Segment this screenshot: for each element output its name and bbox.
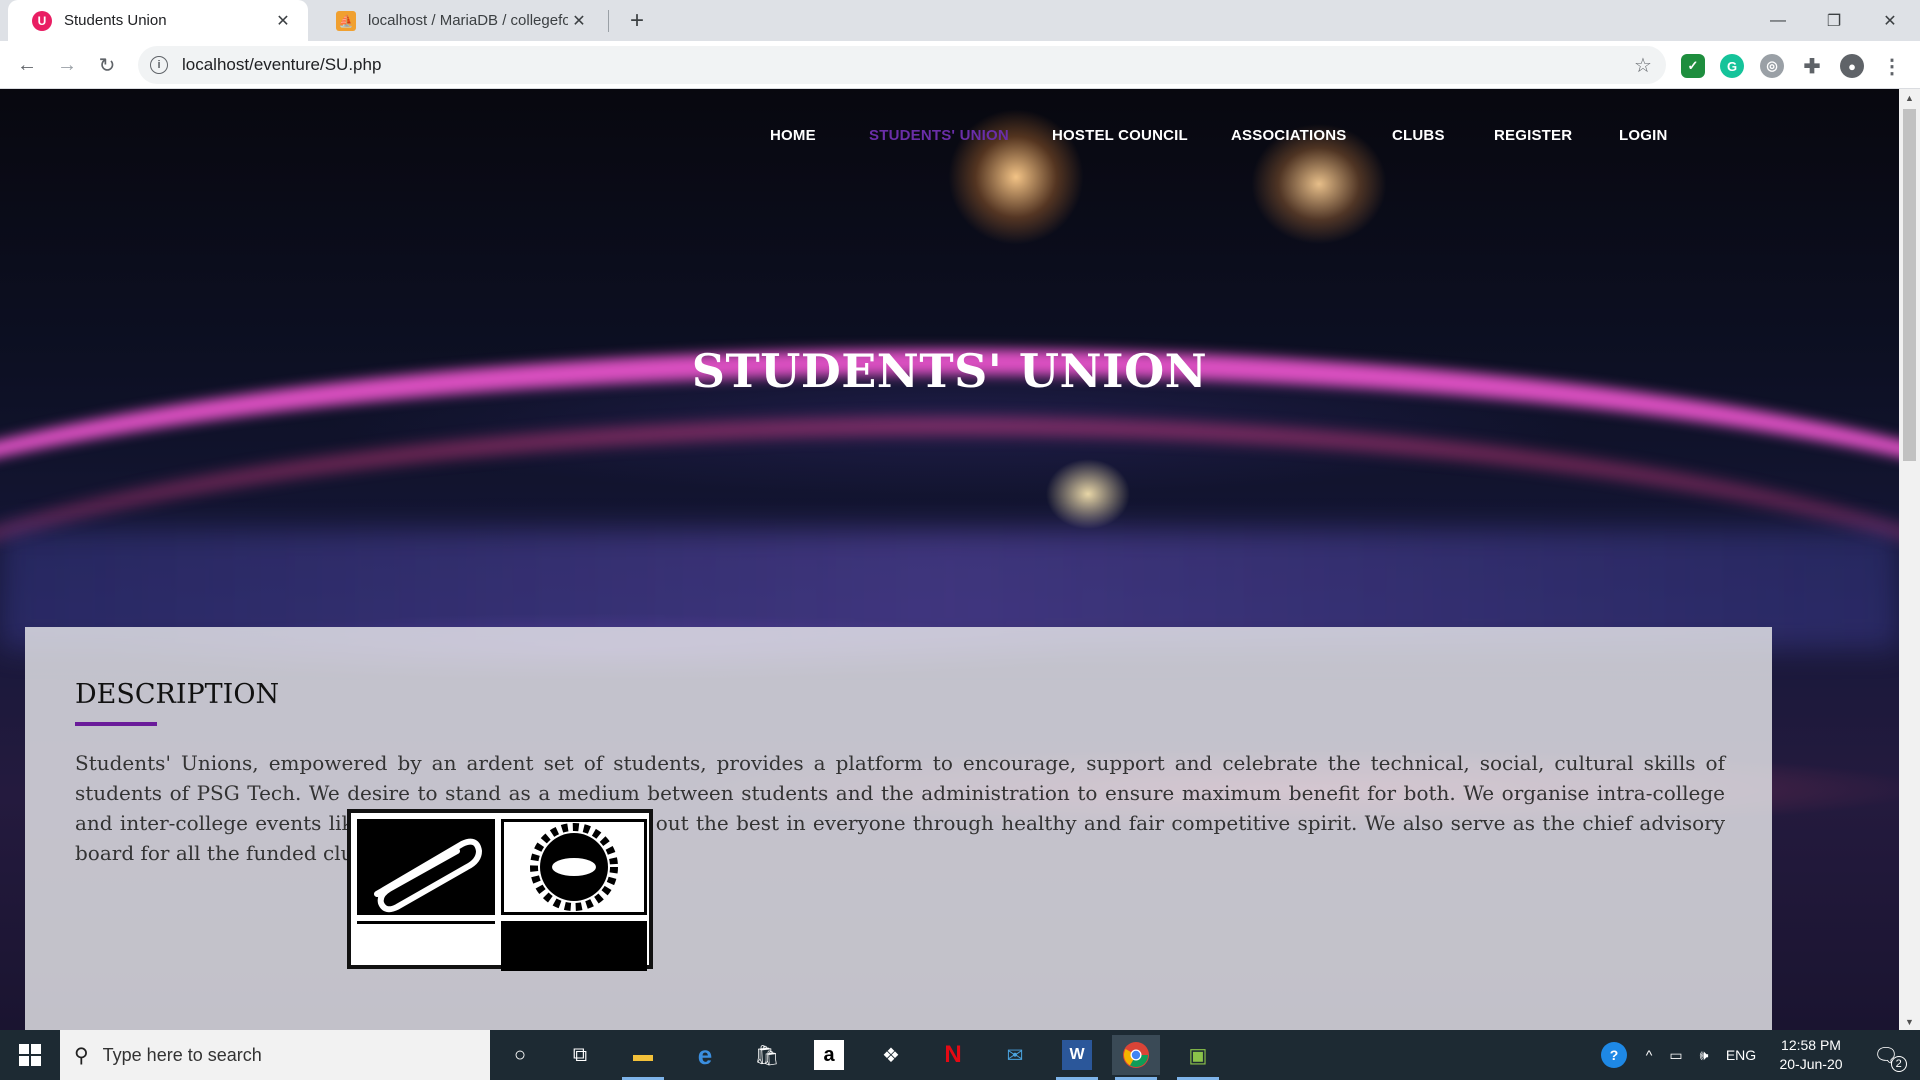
students-union-favicon-icon: U	[32, 10, 52, 31]
edge-browser-icon[interactable]: e	[681, 1035, 729, 1075]
crest-paperclip-panel	[357, 819, 495, 915]
browser-toolbar: ← → ↻ i localhost/eventure/SU.php ☆ ✓ G …	[0, 41, 1920, 89]
minimize-button[interactable]: —	[1750, 0, 1806, 41]
description-card: DESCRIPTION Students' Unions, empowered …	[25, 627, 1772, 1030]
cortana-icon[interactable]: ○	[496, 1035, 544, 1075]
amazon-icon[interactable]: a	[814, 1040, 844, 1070]
dropbox-icon[interactable]: ❖	[867, 1035, 915, 1075]
crest-lower-left-panel	[357, 921, 495, 971]
close-window-button[interactable]: ✕	[1862, 0, 1918, 41]
word-icon[interactable]: W	[1056, 1040, 1098, 1080]
notification-count-badge: 2	[1890, 1055, 1907, 1072]
nav-login[interactable]: LOGIN	[1619, 127, 1668, 144]
page-title: STUDENTS' UNION	[691, 344, 1208, 398]
grammarly-extension-icon[interactable]: G	[1720, 54, 1744, 78]
battery-icon[interactable]: ▭	[1664, 1030, 1688, 1080]
scrollbar-thumb[interactable]	[1903, 109, 1916, 461]
menu-kebab-icon[interactable]: ⋮	[1880, 54, 1904, 78]
windows-logo-icon	[19, 1044, 41, 1066]
scroll-down-arrow-icon[interactable]: ▼	[1899, 1013, 1920, 1030]
language-indicator[interactable]: ENG	[1722, 1030, 1760, 1080]
clock-date: 20-Jun-20	[1779, 1056, 1843, 1072]
shield-extension-icon[interactable]: ✓	[1681, 54, 1705, 78]
forward-button[interactable]: →	[52, 50, 82, 80]
extension-gray-icon[interactable]: ◎	[1760, 54, 1784, 78]
netflix-icon[interactable]: N	[929, 1035, 977, 1075]
nav-home[interactable]: HOME	[770, 127, 816, 144]
taskbar-search-box[interactable]: ⚲ Type here to search	[60, 1030, 490, 1080]
site-info-icon[interactable]: i	[150, 56, 168, 74]
nav-students-union[interactable]: STUDENTS' UNION	[869, 127, 1009, 144]
search-placeholder: Type here to search	[102, 1044, 262, 1065]
volume-icon[interactable]: 🕪	[1692, 1030, 1716, 1080]
back-button[interactable]: ←	[12, 50, 42, 80]
nav-hostel-council[interactable]: HOSTEL COUNCIL	[1052, 127, 1188, 144]
bookmark-star-icon[interactable]: ☆	[1628, 53, 1658, 78]
crest-gear-panel	[501, 819, 647, 915]
description-text: Students' Unions, empowered by an ardent…	[75, 751, 1725, 865]
scroll-up-arrow-icon[interactable]: ▲	[1899, 89, 1920, 106]
tab-title: Students Union	[64, 12, 167, 29]
microsoft-store-icon[interactable]: 🛍	[743, 1035, 791, 1075]
tab-students-union[interactable]: U Students Union ✕	[8, 0, 308, 41]
chrome-logo-icon	[1123, 1042, 1149, 1068]
tab-separator	[608, 10, 609, 32]
taskbar-clock[interactable]: 12:58 PM 20-Jun-20	[1765, 1036, 1857, 1074]
tab-phpmyadmin[interactable]: ⛵ localhost / MariaDB / collegeforu ✕	[312, 0, 604, 41]
extensions-puzzle-icon[interactable]: ✚	[1800, 54, 1824, 78]
notification-center-icon[interactable]: 🗨 2	[1866, 1030, 1907, 1080]
file-explorer-icon[interactable]: ▬	[619, 1035, 667, 1080]
students-union-crest-logo	[347, 809, 653, 971]
phpmyadmin-favicon-icon: ⛵	[336, 10, 356, 31]
paint-app-icon[interactable]: ▣	[1174, 1035, 1222, 1080]
profile-avatar-icon[interactable]: ●	[1840, 54, 1864, 78]
restore-button[interactable]: ❐	[1806, 0, 1862, 41]
new-tab-button[interactable]: +	[622, 6, 652, 36]
clock-time: 12:58 PM	[1781, 1037, 1841, 1053]
windows-taskbar: ⚲ Type here to search ○ ⧉ ▬ e 🛍 a ❖ N ✉ …	[0, 1030, 1920, 1080]
nav-clubs[interactable]: CLUBS	[1392, 127, 1445, 144]
heading-underline	[75, 722, 157, 726]
task-view-icon[interactable]: ⧉	[556, 1035, 604, 1075]
search-icon: ⚲	[74, 1044, 89, 1067]
url-text[interactable]: localhost/eventure/SU.php	[182, 55, 1628, 75]
close-tab-icon[interactable]: ✕	[568, 10, 590, 32]
close-tab-icon[interactable]: ✕	[272, 10, 294, 32]
mail-icon[interactable]: ✉	[991, 1035, 1039, 1075]
page-scrollbar[interactable]: ▲ ▼	[1899, 89, 1920, 1030]
reload-button[interactable]: ↻	[92, 50, 122, 80]
crest-lower-right-panel	[501, 921, 647, 971]
browser-tab-strip: U Students Union ✕ ⛵ localhost / MariaDB…	[0, 0, 1920, 41]
site-navigation: HOME STUDENTS' UNION HOSTEL COUNCIL ASSO…	[0, 127, 1899, 151]
nav-associations[interactable]: ASSOCIATIONS	[1231, 127, 1346, 144]
description-heading: DESCRIPTION	[75, 679, 280, 710]
page-viewport: HOME STUDENTS' UNION HOSTEL COUNCIL ASSO…	[0, 89, 1899, 1030]
address-bar[interactable]: i localhost/eventure/SU.php ☆	[138, 46, 1666, 84]
start-button[interactable]	[0, 1030, 60, 1080]
chrome-icon[interactable]	[1112, 1035, 1160, 1080]
tab-title: localhost / MariaDB / collegeforu	[368, 12, 568, 29]
show-hidden-icons-chevron-icon[interactable]: ^	[1638, 1030, 1660, 1080]
help-icon[interactable]: ?	[1598, 1030, 1630, 1080]
nav-register[interactable]: REGISTER	[1494, 127, 1572, 144]
